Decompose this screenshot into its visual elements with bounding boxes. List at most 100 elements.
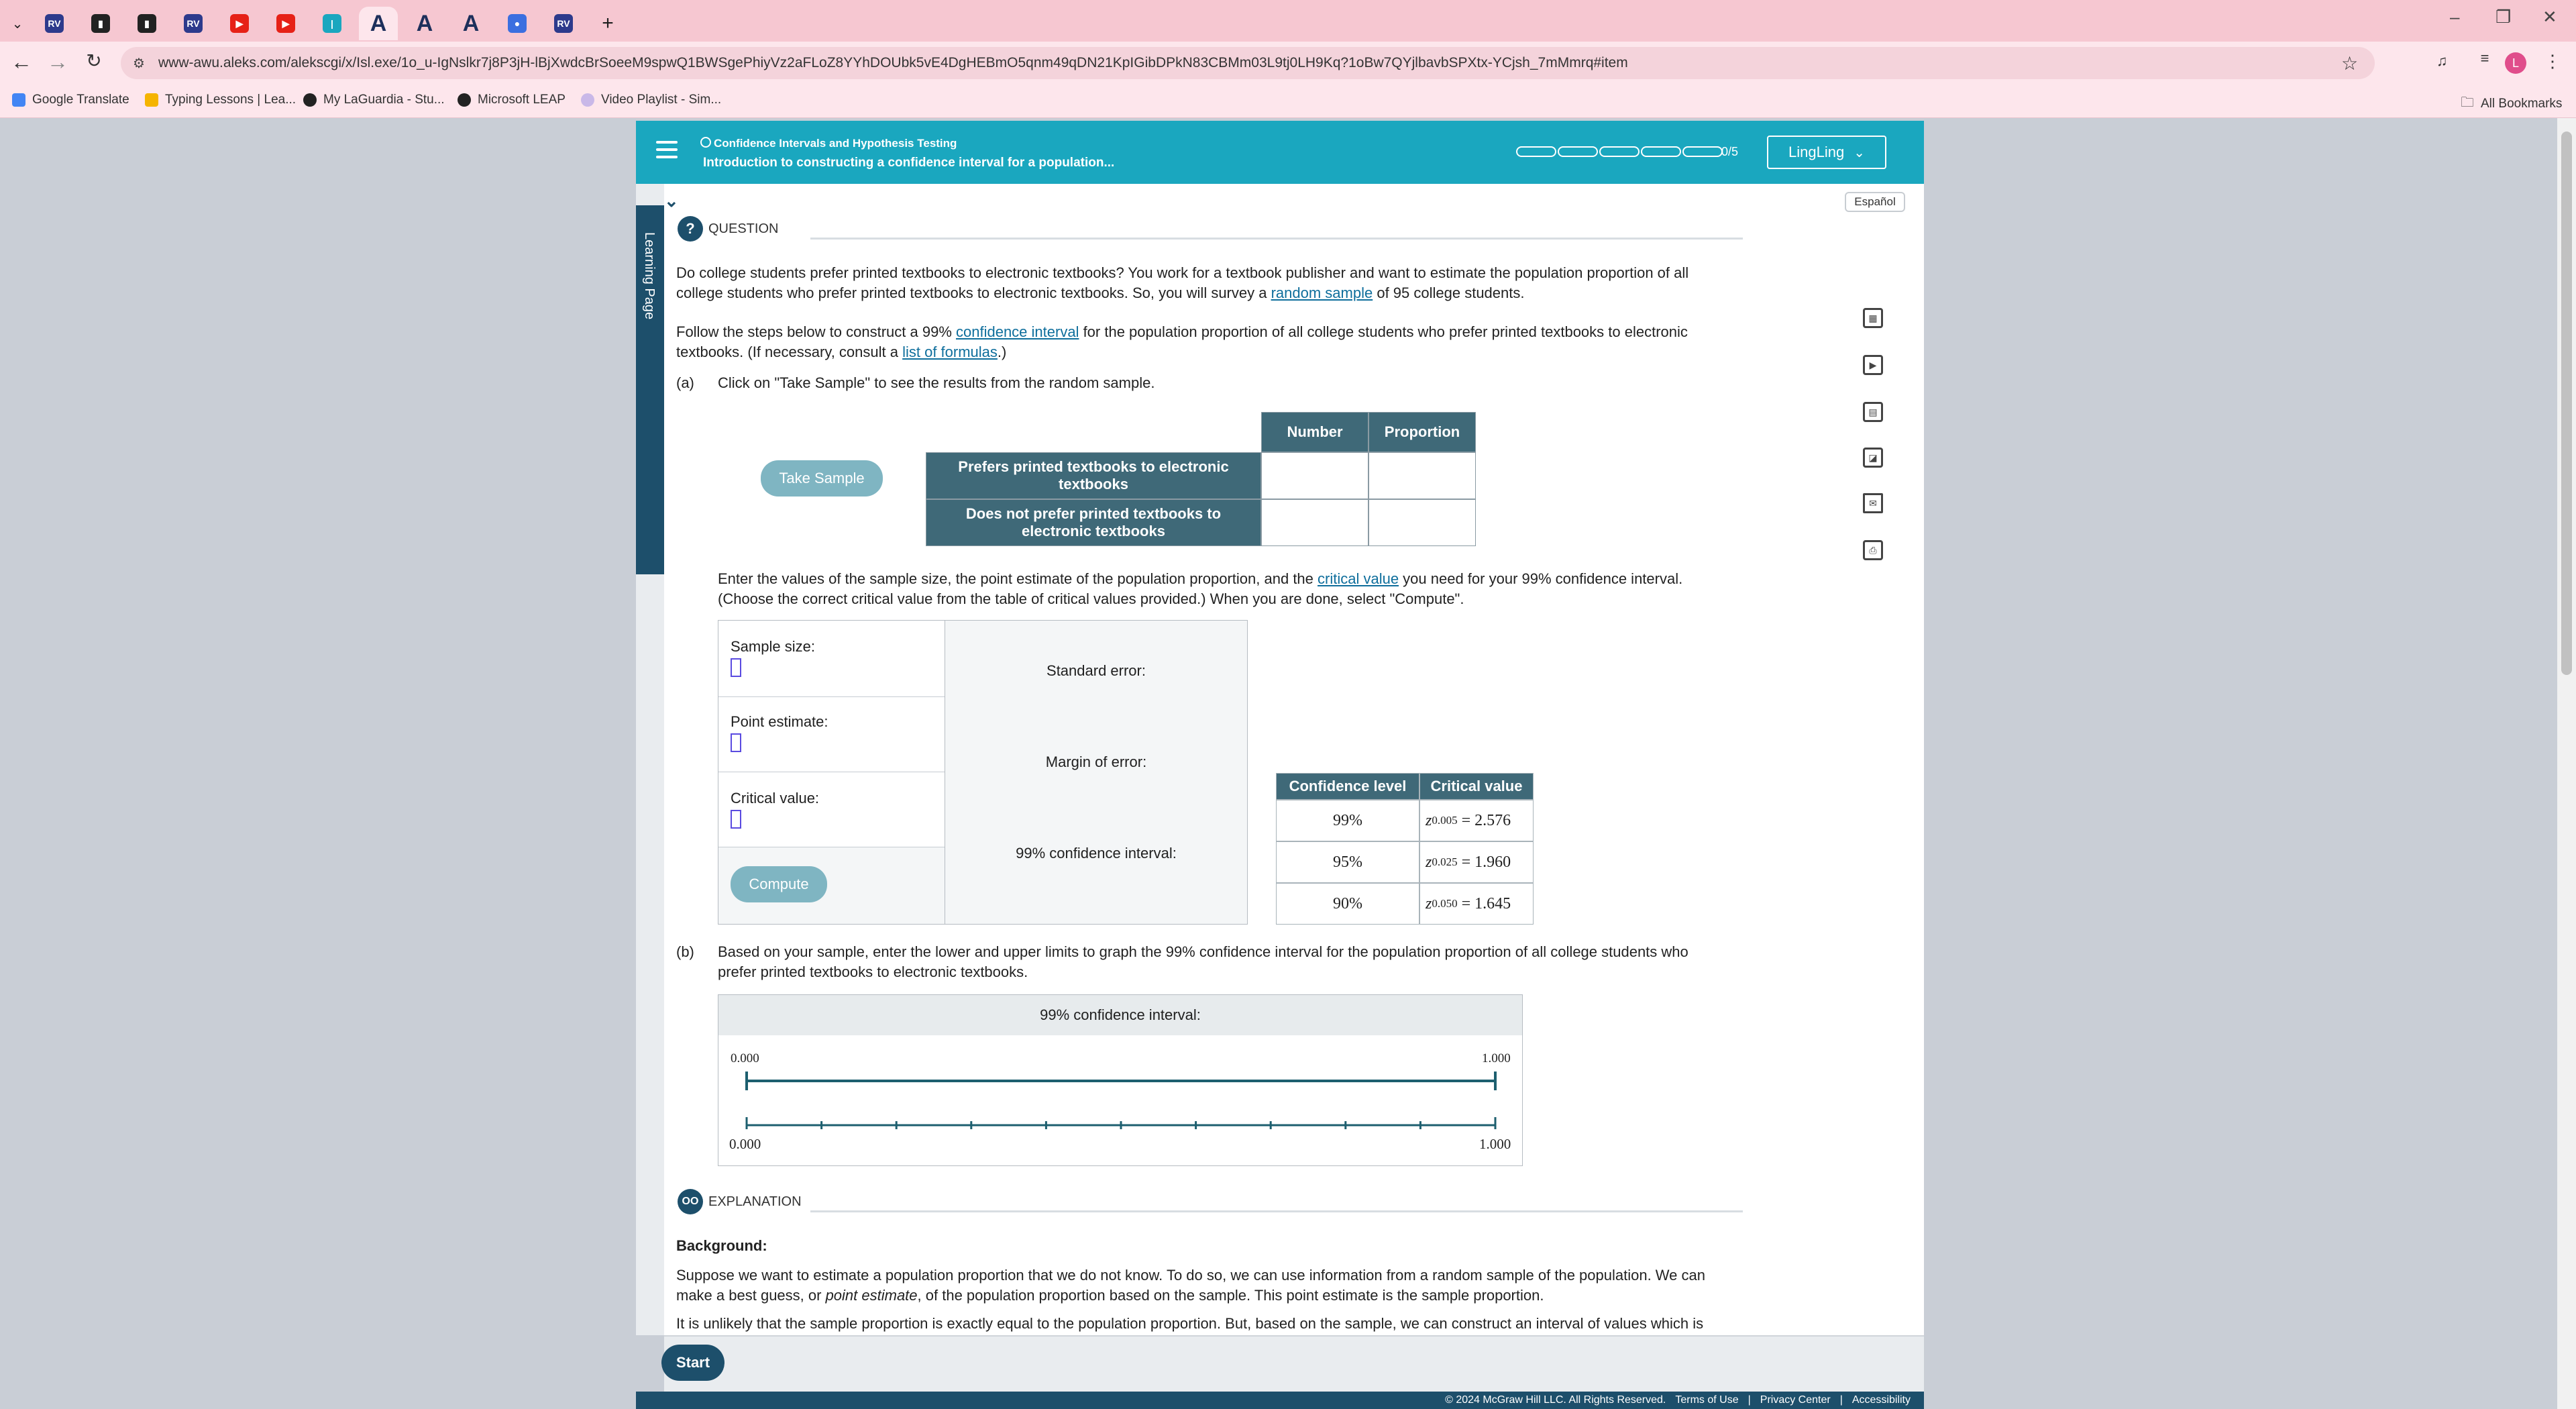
prefers-number-cell	[1261, 452, 1368, 499]
critical-value-label: Critical value:	[731, 790, 820, 806]
confidence-interval-link[interactable]: confidence interval	[956, 323, 1079, 340]
progress-bar	[1516, 146, 1724, 157]
progress-segment	[1558, 146, 1598, 157]
bookmark-typing-lessons[interactable]: Typing Lessons | Lea...	[145, 93, 296, 107]
margin-of-error-label: Margin of error:	[1045, 753, 1147, 770]
question-icon: ?	[678, 216, 703, 242]
point-estimate-input[interactable]	[731, 733, 741, 752]
espanol-button[interactable]: Español	[1845, 192, 1905, 212]
critical-value-row: Critical value:	[718, 772, 945, 847]
random-sample-link[interactable]: random sample	[1271, 284, 1373, 301]
sample-size-input[interactable]	[731, 658, 741, 677]
learning-sidebar: Learning Page	[636, 184, 664, 1335]
translate-icon	[12, 93, 25, 107]
collapse-chevron-icon[interactable]: ⌄	[664, 191, 679, 211]
critical-value-link[interactable]: critical value	[1318, 570, 1399, 587]
bottom-action-bar	[664, 1335, 1924, 1392]
a-favicon: A	[462, 10, 480, 36]
confidence-interval-result-label: 99% confidence interval:	[1016, 845, 1177, 862]
point-estimate-row: Point estimate:	[718, 697, 945, 772]
topic-title: Confidence Intervals and Hypothesis Test…	[714, 137, 957, 150]
browser-tab[interactable]: RV	[35, 7, 74, 40]
reload-icon[interactable]: ↻	[80, 50, 107, 72]
browser-tab[interactable]: ▮	[127, 7, 166, 40]
close-icon[interactable]: ✕	[2542, 7, 2557, 28]
bookmark-star-icon[interactable]: ☆	[2341, 52, 2358, 74]
forward-icon[interactable]: →	[44, 50, 71, 74]
site-info-icon[interactable]: ⚙	[133, 55, 145, 72]
prefers-proportion-cell	[1368, 452, 1476, 499]
confidence-level-cell: 95%	[1276, 841, 1419, 883]
hamburger-menu-icon[interactable]	[656, 141, 678, 160]
menu-dots-icon[interactable]: ⋮	[2544, 51, 2561, 72]
sample-size-label: Sample size:	[731, 638, 815, 655]
learning-page-tab[interactable]: Learning Page	[636, 205, 664, 574]
profile-avatar[interactable]: L	[2505, 52, 2526, 74]
print-icon[interactable]: ⎙	[1860, 537, 1886, 564]
browser-tab[interactable]: |	[313, 7, 352, 40]
media-controls-icon[interactable]: ♫	[2436, 52, 2448, 70]
question-paragraph-2: Follow the steps below to construct a 99…	[676, 323, 1688, 360]
browser-tab[interactable]: ▮	[81, 7, 120, 40]
globe-icon	[303, 93, 317, 107]
a-favicon: A	[370, 10, 387, 36]
playlist-icon	[581, 93, 594, 107]
start-button[interactable]: Start	[661, 1345, 724, 1381]
privacy-link[interactable]: Privacy Center	[1760, 1394, 1831, 1406]
page-scrollbar[interactable]	[2557, 118, 2576, 1409]
video-icon[interactable]: ▶	[1860, 352, 1886, 378]
browser-tab[interactable]: A	[451, 7, 490, 40]
terms-link[interactable]: Terms of Use	[1675, 1394, 1738, 1406]
number-column-header: Number	[1261, 412, 1368, 452]
browser-tab[interactable]: ▶	[266, 7, 305, 40]
bookmark-google-translate[interactable]: Google Translate	[12, 93, 129, 107]
explanation-icon: OO	[678, 1189, 703, 1214]
browser-tab[interactable]: RV	[544, 7, 583, 40]
calculator-icon[interactable]: ▦	[1860, 305, 1886, 331]
bookmark-microsoft-leap[interactable]: Microsoft LEAP	[458, 93, 566, 107]
proportion-column-header: Proportion	[1368, 412, 1476, 452]
question-paragraph-1: Do college students prefer printed textb…	[676, 264, 1689, 301]
new-tab-button[interactable]: +	[593, 7, 623, 40]
progress-segment	[1641, 146, 1681, 157]
critical-value-input[interactable]	[731, 810, 741, 829]
divider	[810, 238, 1743, 240]
mail-icon[interactable]: ✉	[1860, 490, 1886, 517]
progress-text: 0/5	[1721, 145, 1739, 158]
scroll-thumb[interactable]	[2561, 132, 2572, 675]
back-icon[interactable]: ←	[8, 50, 35, 74]
folder-icon: 🗀	[2461, 95, 2474, 110]
browser-tab[interactable]: A	[359, 7, 398, 40]
bookmark-video-playlist[interactable]: Video Playlist - Sim...	[581, 93, 721, 107]
browser-tab[interactable]: ●	[498, 7, 537, 40]
media-icon[interactable]: ≡	[2471, 50, 2498, 67]
blue-circle-favicon: ●	[508, 14, 527, 33]
accessibility-link[interactable]: Accessibility	[1852, 1394, 1911, 1406]
confidence-level-cell: 99%	[1276, 800, 1419, 841]
table-icon[interactable]: ▤	[1860, 399, 1886, 425]
browser-tab[interactable]: A	[405, 7, 444, 40]
compute-row: Compute	[718, 847, 945, 924]
browser-tab[interactable]: ▶	[220, 7, 259, 40]
youtube-favicon: ▶	[230, 14, 249, 33]
compute-form: Sample size: Point estimate: Critical va…	[718, 620, 1248, 925]
tab-search-button[interactable]: ⌄	[3, 7, 32, 40]
restore-icon[interactable]: ❐	[2496, 7, 2511, 28]
user-menu-button[interactable]: LingLing ⌄	[1767, 136, 1886, 169]
take-sample-button[interactable]: Take Sample	[761, 460, 883, 497]
critical-value-cell: z 0.005 = 2.576	[1419, 800, 1534, 841]
list-of-formulas-link[interactable]: list of formulas	[902, 344, 998, 360]
row-prefers-printed: Prefers printed textbooks to electronic …	[926, 452, 1261, 499]
not-prefer-proportion-cell	[1368, 499, 1476, 546]
chart-tool-icon[interactable]: ◪	[1860, 444, 1886, 471]
confidence-level-header: Confidence level	[1276, 773, 1419, 800]
part-b-label: (b)	[676, 943, 694, 960]
address-bar[interactable]: ⚙ www-awu.aleks.com/alekscgi/x/Isl.exe/1…	[121, 47, 2375, 79]
progress-segment	[1682, 146, 1723, 157]
bookmark-my-laguardia[interactable]: My LaGuardia - Stu...	[303, 93, 445, 107]
minimize-icon[interactable]: –	[2450, 7, 2459, 28]
critical-value-header: Critical value	[1419, 773, 1534, 800]
browser-tab[interactable]: RV	[174, 7, 213, 40]
compute-button[interactable]: Compute	[731, 866, 827, 902]
all-bookmarks-button[interactable]: 🗀 All Bookmarks	[2461, 93, 2562, 115]
